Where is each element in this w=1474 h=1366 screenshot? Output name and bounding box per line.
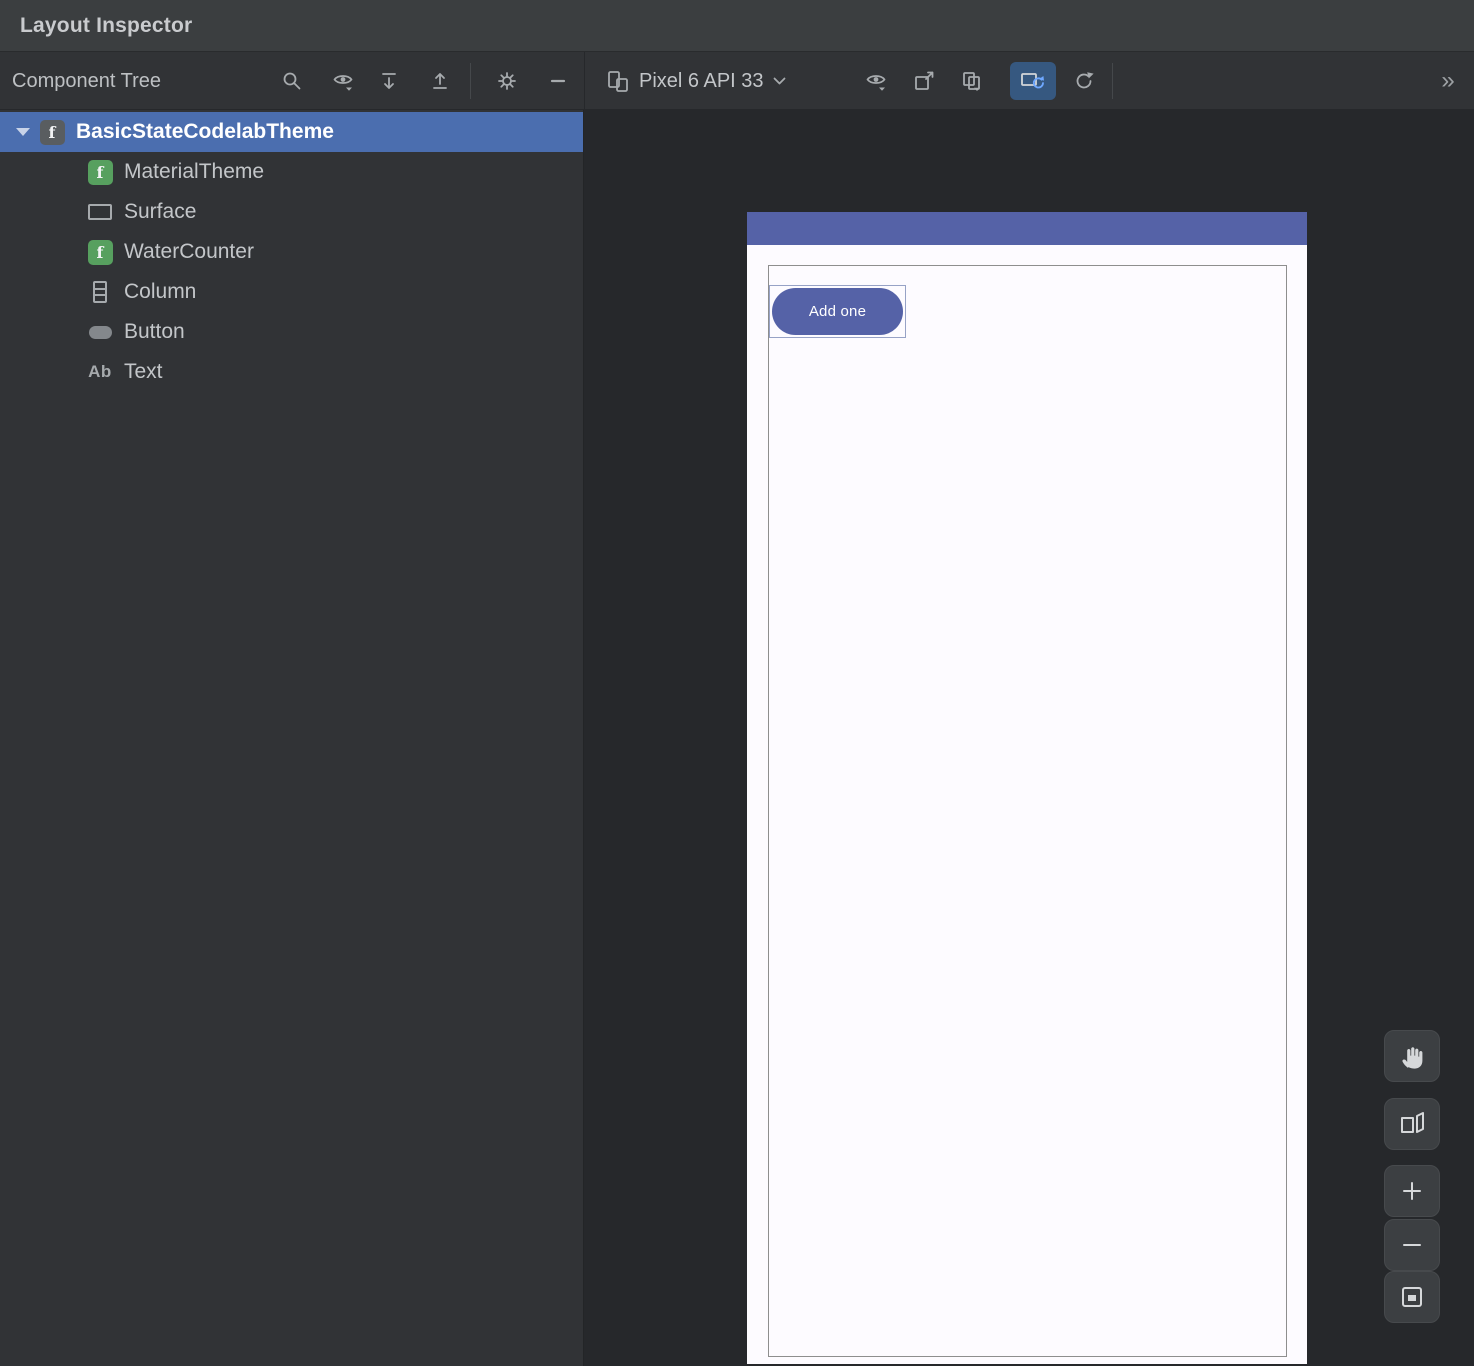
view-options-button[interactable]	[858, 63, 894, 99]
live-updates-toggle[interactable]	[1010, 62, 1056, 100]
surface-icon	[86, 204, 114, 220]
live-updates-icon	[1021, 73, 1044, 89]
tree-item-surface[interactable]: Surface	[0, 192, 583, 232]
settings-icon	[498, 72, 516, 90]
tree-item-label: Text	[124, 360, 163, 383]
tree-item-label: BasicStateCodelabTheme	[76, 120, 334, 143]
collapse-all-button[interactable]	[422, 63, 458, 99]
zoom-to-fit-icon	[1402, 1287, 1422, 1307]
toolbar-separator	[584, 52, 585, 110]
add-one-button[interactable]: Add one	[772, 288, 903, 335]
chevron-down-icon	[773, 77, 785, 84]
toolbar-separator	[1112, 63, 1113, 99]
device-selector[interactable]: Pixel 6 API 33	[598, 63, 794, 99]
compose-function-icon	[38, 119, 66, 145]
snapshot-layers-icon	[963, 72, 980, 91]
tree-item-label: Surface	[124, 200, 197, 223]
pan-button[interactable]	[1384, 1030, 1440, 1082]
column-icon	[86, 281, 114, 303]
component-tree: BasicStateCodelabTheme MaterialTheme Surfa…	[0, 110, 584, 1366]
tree-item-button[interactable]: Button	[0, 312, 583, 352]
tree-item-text[interactable]: Text	[0, 352, 583, 392]
collapse-all-icon	[433, 73, 447, 89]
zoom-in-button[interactable]	[1384, 1165, 1440, 1217]
tree-item-label: WaterCounter	[124, 240, 254, 263]
expand-all-icon	[382, 73, 396, 89]
screenshot-button[interactable]	[906, 63, 942, 99]
button-selection-bounds: Add one	[769, 285, 906, 338]
zoom-out-button[interactable]	[1384, 1219, 1440, 1271]
rotate-3d-icon	[1401, 1112, 1424, 1133]
expand-all-button[interactable]	[371, 63, 407, 99]
main-toolbar: Component Tree Pixel 6 API 33 »	[0, 52, 1474, 110]
refresh-button[interactable]	[1066, 63, 1102, 99]
settings-button[interactable]	[489, 63, 525, 99]
text-icon	[86, 362, 114, 382]
tree-item-label: Button	[124, 320, 185, 343]
zoom-out-icon	[1403, 1244, 1421, 1246]
tree-item-label: MaterialTheme	[124, 160, 265, 183]
compose-function-green-icon	[86, 239, 114, 265]
device-render-canvas[interactable]: Add one	[585, 110, 1474, 1366]
compose-function-green-icon	[86, 159, 114, 185]
zoom-to-fit-button[interactable]	[1384, 1271, 1440, 1323]
device-icon	[608, 71, 628, 92]
tree-item-watercounter[interactable]: WaterCounter	[0, 232, 583, 272]
tree-item-column[interactable]: Column	[0, 272, 583, 312]
button-icon	[86, 325, 114, 339]
visibility-options-button[interactable]	[325, 63, 361, 99]
tree-item-basicstatecodelabtheme[interactable]: BasicStateCodelabTheme	[0, 112, 583, 152]
window-titlebar: Layout Inspector	[0, 0, 1474, 52]
device-screen[interactable]: Add one	[747, 212, 1307, 1364]
window-title: Layout Inspector	[20, 14, 193, 37]
pan-icon	[1402, 1047, 1423, 1069]
toolbar-overflow-button[interactable]: »	[1430, 64, 1466, 98]
tree-item-label: Column	[124, 280, 197, 303]
search-icon	[283, 72, 301, 90]
visibility-options-icon	[333, 75, 353, 91]
component-tree-label: Component Tree	[12, 70, 161, 92]
hide-panel-icon	[550, 79, 566, 83]
refresh-icon	[1076, 72, 1094, 89]
view-options-icon	[866, 75, 886, 91]
hide-panel-button[interactable]	[540, 63, 576, 99]
expand-chevron-icon[interactable]	[8, 117, 38, 147]
rotate-3d-button[interactable]	[1384, 1098, 1440, 1150]
toolbar-separator	[470, 63, 471, 99]
zoom-in-icon	[1403, 1182, 1421, 1200]
snapshot-layers-button[interactable]	[954, 63, 990, 99]
search-button[interactable]	[274, 63, 310, 99]
column-bounds: Add one	[768, 265, 1287, 1357]
tree-item-materialtheme[interactable]: MaterialTheme	[0, 152, 583, 192]
screenshot-icon	[915, 71, 934, 90]
device-selector-label: Pixel 6 API 33	[639, 69, 764, 92]
device-app-bar	[747, 212, 1307, 245]
